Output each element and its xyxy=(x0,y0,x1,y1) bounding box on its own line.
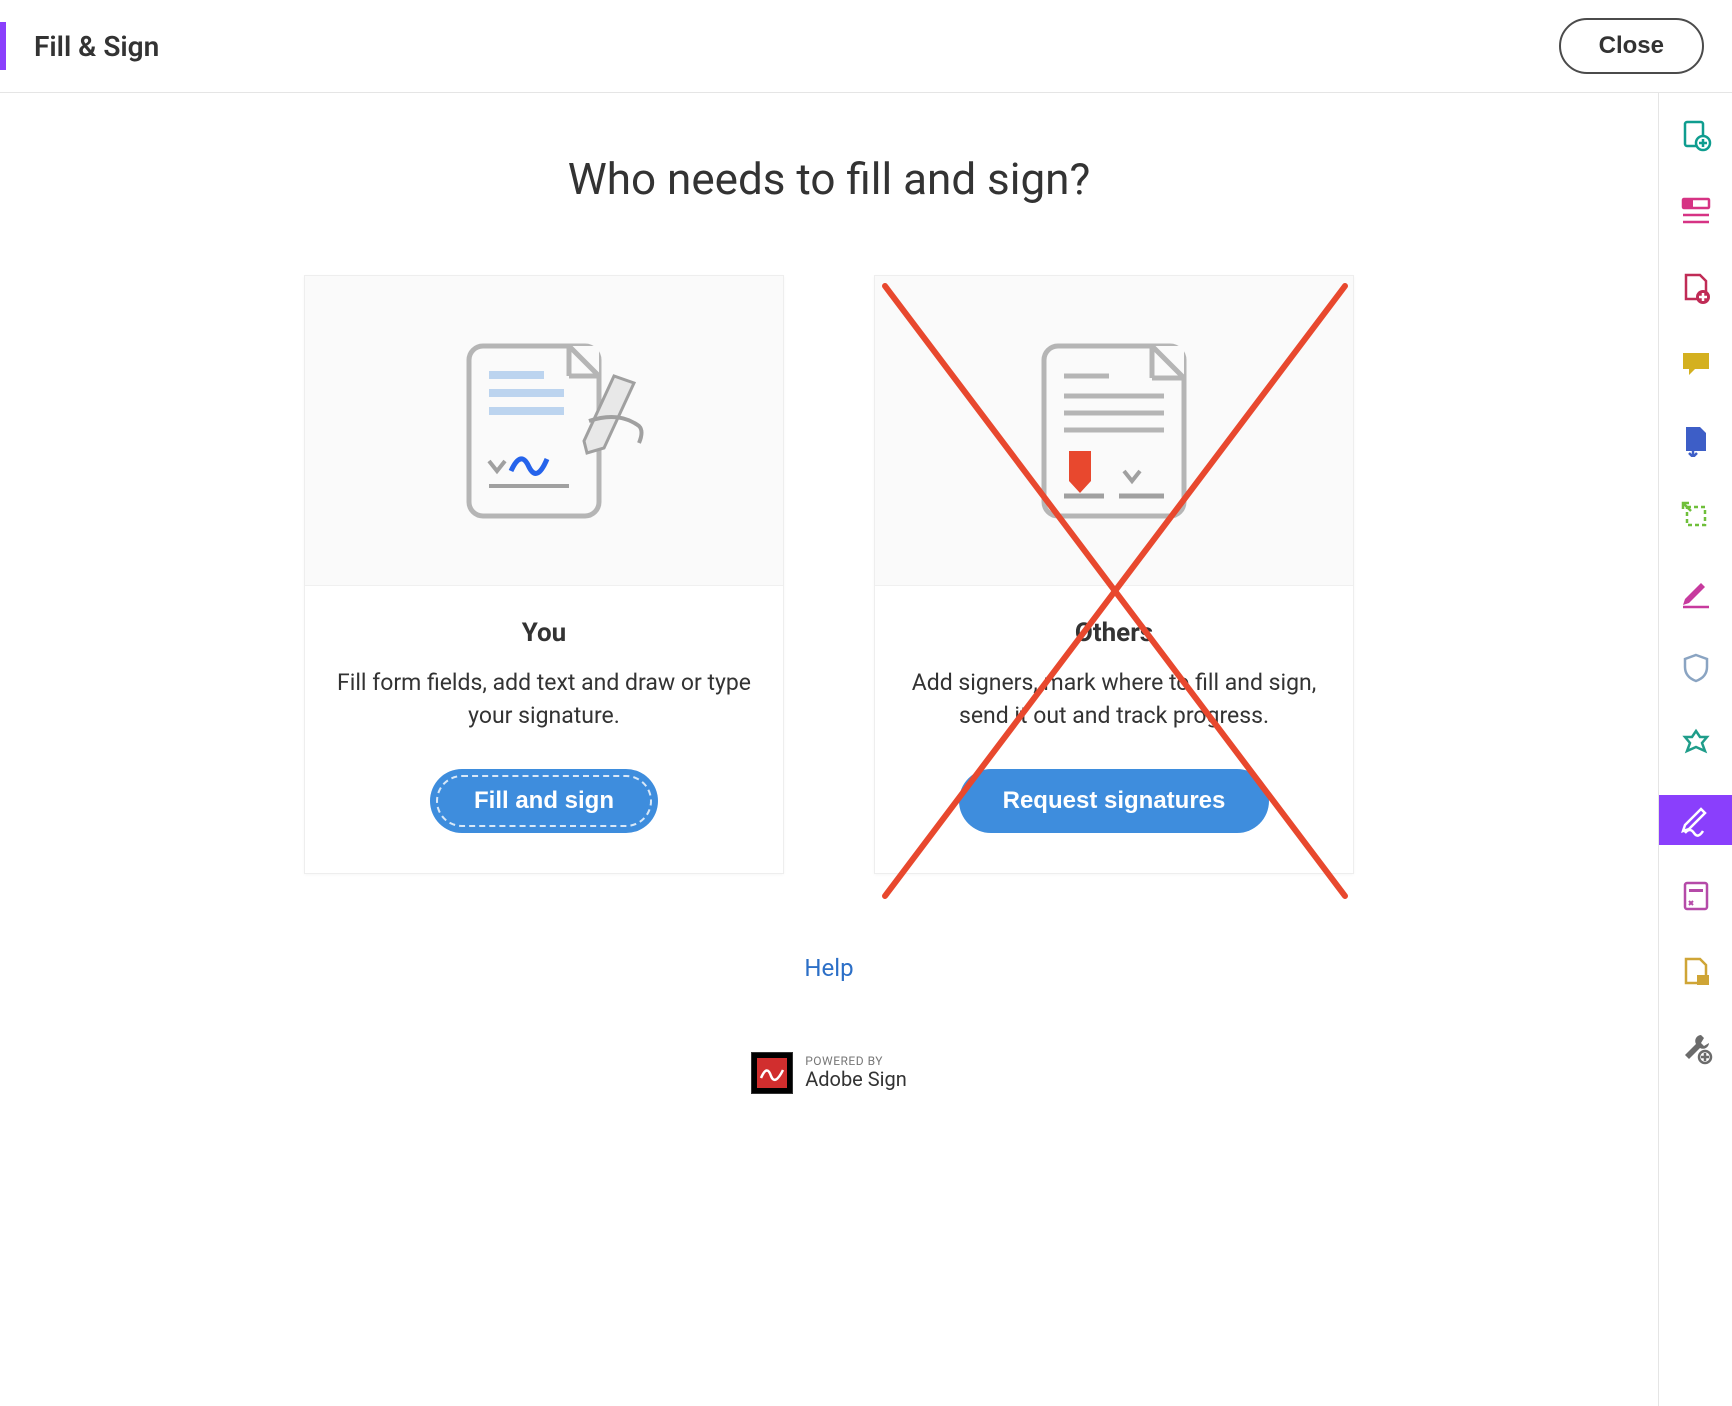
export-pdf-icon xyxy=(1679,119,1713,153)
help-link[interactable]: Help xyxy=(804,954,853,982)
protect-icon xyxy=(1679,651,1713,685)
sign-icon xyxy=(1679,575,1713,609)
sidebar-item-compare[interactable] xyxy=(1659,947,1732,997)
card-you-illustration xyxy=(305,276,783,586)
sidebar-item-tools[interactable] xyxy=(1659,1023,1732,1073)
card-you-desc: Fill form fields, add text and draw or t… xyxy=(333,666,755,733)
close-button[interactable]: Close xyxy=(1559,18,1704,74)
header-left: Fill & Sign xyxy=(0,22,159,70)
card-you: You Fill form fields, add text and draw … xyxy=(304,275,784,874)
page-title: Who needs to fill and sign? xyxy=(568,153,1091,205)
header-accent xyxy=(0,22,6,70)
fill-and-sign-button[interactable]: Fill and sign xyxy=(430,769,658,833)
fill-sign-icon xyxy=(1679,803,1713,837)
header: Fill & Sign Close xyxy=(0,0,1732,93)
send-file-icon xyxy=(1679,423,1713,457)
sidebar-item-create-pdf[interactable] xyxy=(1659,263,1732,313)
tools-icon xyxy=(1679,1031,1713,1065)
tool-sidebar xyxy=(1658,93,1732,1406)
sidebar-item-send[interactable] xyxy=(1659,415,1732,465)
redact-icon xyxy=(1679,879,1713,913)
card-others-body: Others Add signers, mark where to fill a… xyxy=(875,586,1353,873)
sidebar-item-sign[interactable] xyxy=(1659,567,1732,617)
sidebar-item-crop[interactable] xyxy=(1659,491,1732,541)
footer-text: POWERED BY Adobe Sign xyxy=(805,1055,907,1090)
sidebar-item-fill-sign[interactable] xyxy=(1659,795,1732,845)
footer-brand: Adobe Sign xyxy=(805,1068,907,1090)
sidebar-item-export-pdf[interactable] xyxy=(1659,111,1732,161)
organize-pages-icon xyxy=(1679,195,1713,229)
card-others: Others Add signers, mark where to fill a… xyxy=(874,275,1354,874)
sidebar-item-redact[interactable] xyxy=(1659,871,1732,921)
footer: POWERED BY Adobe Sign xyxy=(751,1052,907,1094)
main-content: Who needs to fill and sign? xyxy=(0,93,1658,1406)
card-others-illustration xyxy=(875,276,1353,586)
card-you-title: You xyxy=(522,618,567,648)
adobe-sign-badge-icon xyxy=(751,1052,793,1094)
stamp-icon xyxy=(1679,727,1713,761)
cards-container: You Fill form fields, add text and draw … xyxy=(304,275,1354,874)
page-tool-title: Fill & Sign xyxy=(34,30,159,63)
comment-icon xyxy=(1679,347,1713,381)
card-others-desc: Add signers, mark where to fill and sign… xyxy=(903,666,1325,733)
sidebar-item-comment[interactable] xyxy=(1659,339,1732,389)
card-you-body: You Fill form fields, add text and draw … xyxy=(305,586,783,873)
create-pdf-icon xyxy=(1679,271,1713,305)
crop-icon xyxy=(1679,499,1713,533)
request-signatures-button[interactable]: Request signatures xyxy=(959,769,1270,833)
self-sign-icon xyxy=(439,331,649,531)
request-sign-icon xyxy=(1024,331,1204,531)
sidebar-item-protect[interactable] xyxy=(1659,643,1732,693)
sidebar-item-organize[interactable] xyxy=(1659,187,1732,237)
card-others-title: Others xyxy=(1075,618,1153,648)
compare-icon xyxy=(1679,955,1713,989)
sidebar-item-stamp[interactable] xyxy=(1659,719,1732,769)
